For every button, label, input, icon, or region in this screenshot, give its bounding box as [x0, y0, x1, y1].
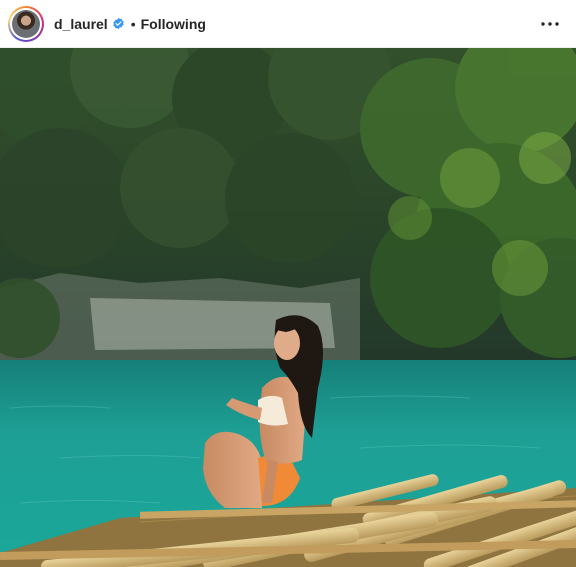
avatar[interactable] [12, 9, 40, 38]
instagram-post: d_laurel • Following [0, 0, 576, 567]
avatar-story-ring[interactable] [8, 5, 44, 42]
separator-dot: • [130, 15, 136, 32]
user-meta: d_laurel • Following [54, 16, 206, 32]
more-options-icon[interactable] [538, 12, 562, 36]
photo-scene [0, 48, 576, 567]
verified-badge-icon [112, 17, 125, 30]
post-photo[interactable] [0, 48, 576, 567]
username-link[interactable]: d_laurel [54, 16, 108, 32]
post-header: d_laurel • Following [0, 0, 576, 48]
following-button[interactable]: Following [141, 16, 206, 32]
